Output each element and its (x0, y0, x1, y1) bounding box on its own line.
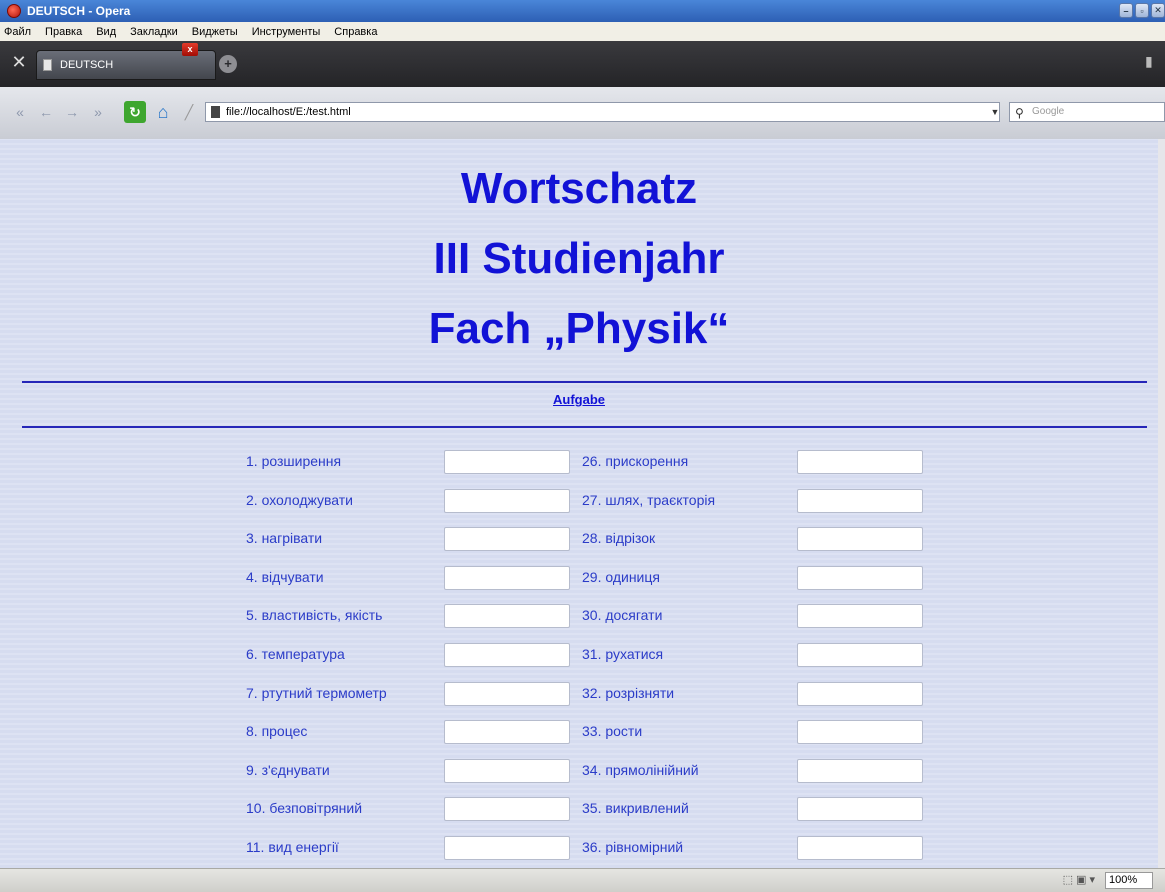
right-answer-input-1[interactable] (797, 450, 923, 474)
new-tab-icon[interactable]: + (219, 55, 237, 73)
right-word-6: 31. рухатися (582, 646, 664, 662)
right-answer-input-6[interactable] (797, 643, 923, 667)
left-word-10: 10. безповітряний (246, 800, 363, 817)
page-icon (43, 59, 52, 71)
close-tab-icon[interactable]: x (182, 43, 198, 56)
divider-top (22, 381, 1147, 383)
home-icon[interactable]: ⌂ (152, 101, 174, 123)
rewind-icon[interactable]: « (10, 101, 30, 123)
right-word-4: 29. одиниця (582, 568, 660, 585)
page-title-line-3: Fach „Physik“ (428, 304, 730, 353)
right-word-8: 33. рости (582, 723, 643, 740)
left-word-4: 4. відчувати (246, 568, 324, 585)
right-answer-input-5[interactable] (797, 604, 923, 629)
search-placeholder: Google (1032, 106, 1065, 117)
minimize-icon[interactable]: – (1119, 3, 1133, 18)
status-icons[interactable]: ⬚ ▣ ▾ (1063, 873, 1095, 886)
left-answer-input-7[interactable] (444, 681, 570, 706)
right-word-1: 26. прискорення (582, 453, 689, 469)
left-answer-input-11[interactable] (444, 836, 570, 860)
left-answer-input-6[interactable] (444, 643, 570, 667)
opera-logo-icon (7, 4, 21, 18)
right-answer-input-8[interactable] (797, 720, 923, 745)
page-title-line-1: Wortschatz (460, 164, 698, 213)
right-word-9: 34. прямолінійний (582, 761, 699, 778)
left-word-5: 5. властивість, якість (246, 607, 383, 624)
left-answer-input-3[interactable] (444, 527, 570, 552)
forward-icon[interactable]: → (62, 101, 82, 123)
address-input[interactable]: file://localhost/E:/test.html (205, 102, 1000, 122)
left-word-11: 11. вид енергії (246, 839, 339, 855)
left-word-1: 1. розширення (246, 453, 342, 469)
right-answer-input-3[interactable] (797, 527, 923, 552)
left-word-6: 6. температура (246, 646, 345, 662)
menu-item-help[interactable]: Справка (334, 26, 377, 38)
wand-icon[interactable]: ╱ (180, 101, 198, 123)
window-title: DEUTSCH - Opera (27, 4, 131, 18)
right-word-3: 28. відрізок (582, 530, 656, 547)
window-controls: – ▫ ✕ (1119, 3, 1165, 18)
right-answer-input-11[interactable] (797, 836, 923, 860)
left-answer-input-8[interactable] (444, 720, 570, 745)
tools-icon[interactable]: ✕ (8, 51, 30, 73)
right-answer-input-9[interactable] (797, 758, 923, 783)
status-bar: ⬚ ▣ ▾ 100% (0, 868, 1165, 892)
tab-bar: ✕ DEUTSCH x + ▮ (0, 41, 1165, 87)
task-link[interactable]: Aufgabe (0, 392, 1158, 407)
right-answer-input-2[interactable] (797, 488, 923, 513)
restore-icon[interactable]: ▫ (1135, 3, 1149, 18)
fast-forward-icon[interactable]: » (88, 101, 108, 123)
left-word-2: 2. охолоджувати (246, 491, 354, 508)
right-answer-input-10[interactable] (797, 797, 923, 822)
menu-item-widgets[interactable]: Виджеты (192, 26, 238, 38)
right-word-7: 32. розрізняти (582, 684, 675, 701)
search-icon: ⚲ (1015, 106, 1024, 120)
menu-item-file[interactable]: Файл (4, 26, 31, 38)
left-answer-input-9[interactable] (444, 758, 570, 783)
left-answer-input-10[interactable] (444, 797, 570, 822)
right-word-5: 30. досягати (582, 607, 663, 624)
right-answer-input-7[interactable] (797, 681, 923, 706)
menu-item-view[interactable]: Вид (96, 26, 116, 38)
zoom-control[interactable]: 100% (1105, 872, 1153, 889)
divider-bottom (22, 426, 1147, 428)
right-answer-input-4[interactable] (797, 565, 923, 590)
vertical-scrollbar[interactable] (1158, 139, 1165, 868)
left-word-7: 7. ртутний термометр (246, 684, 387, 701)
left-answer-input-4[interactable] (444, 565, 570, 590)
right-word-11: 36. рівномірний (582, 839, 684, 855)
right-word-2: 27. шлях, траєкторія (582, 491, 716, 508)
left-answer-input-2[interactable] (444, 488, 570, 513)
tab-title: DEUTSCH (60, 59, 114, 71)
left-word-8: 8. процес (246, 723, 308, 740)
search-input[interactable]: ⚲ Google (1009, 102, 1165, 122)
page-content: Wortschatz III Studienjahr Fach „Physik“… (0, 139, 1158, 868)
left-answer-input-5[interactable] (444, 604, 570, 629)
close-icon[interactable]: ✕ (1151, 3, 1165, 18)
menu-item-edit[interactable]: Правка (45, 26, 82, 38)
left-word-3: 3. нагрівати (246, 530, 323, 547)
reload-icon[interactable]: ↻ (124, 101, 146, 123)
menu-item-tools[interactable]: Инструменты (252, 26, 321, 38)
back-icon[interactable]: ← (36, 101, 56, 123)
address-toolbar: « ← → » ↻ ⌂ ╱ file://localhost/E:/test.h… (0, 87, 1165, 139)
address-url: file://localhost/E:/test.html (226, 106, 351, 118)
document-icon (211, 106, 220, 118)
page-title-line-2: III Studienjahr (433, 234, 725, 283)
menu-item-bookmarks[interactable]: Закладки (130, 26, 178, 38)
menu-bar: Файл Правка Вид Закладки Виджеты Инструм… (0, 22, 1165, 41)
right-word-10: 35. викривлений (582, 800, 689, 817)
title-bar: DEUTSCH - Opera – ▫ ✕ (0, 0, 1165, 22)
left-answer-input-1[interactable] (444, 450, 570, 474)
chevron-down-icon[interactable]: ▼ (988, 102, 1002, 122)
zoom-level: 100% (1109, 874, 1138, 886)
left-word-9: 9. з'єднувати (246, 761, 330, 778)
trash-icon[interactable]: ▮ (1145, 53, 1159, 71)
